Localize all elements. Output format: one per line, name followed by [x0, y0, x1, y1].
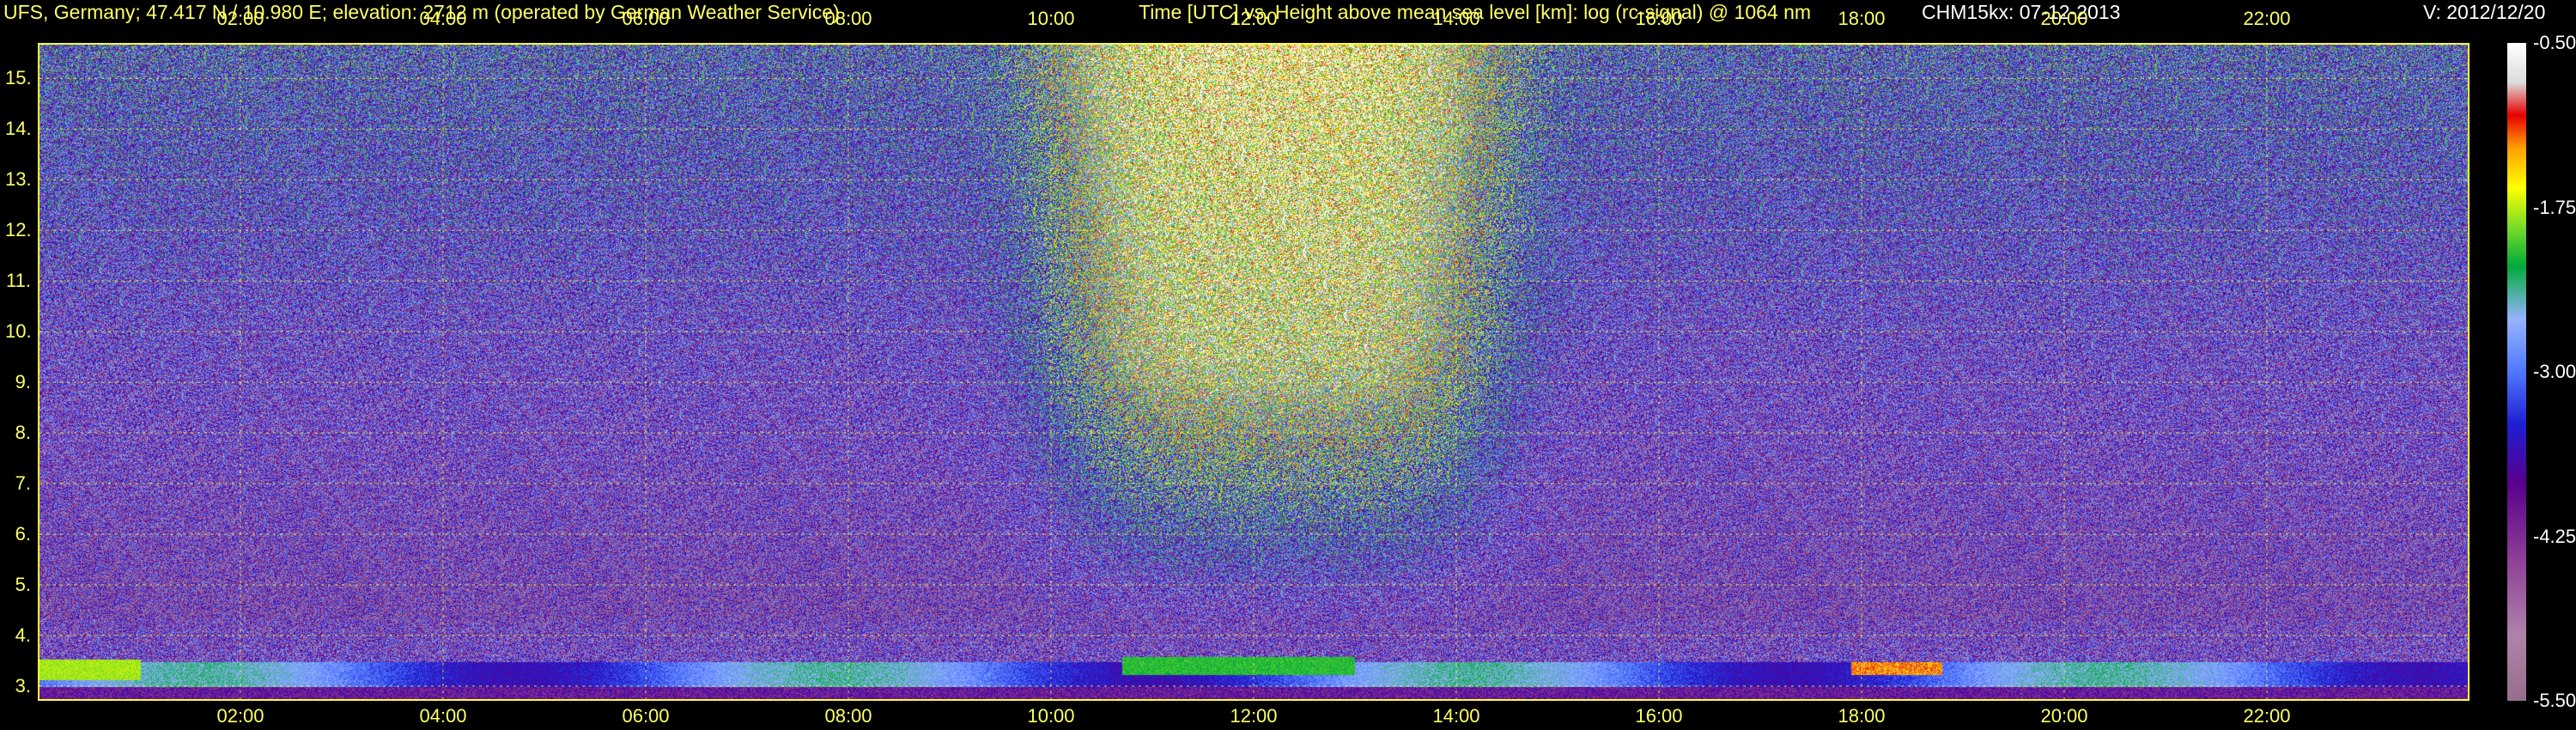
x-tick-bottom-10: 22:00 [2243, 705, 2291, 727]
y-tick-2: 5. [15, 573, 31, 595]
x-tick-top-9: 20:00 [2040, 8, 2088, 29]
y-tick-5: 8. [15, 422, 31, 444]
x-tick-bottom-6: 14:00 [1432, 705, 1480, 727]
y-tick-8: 11. [6, 270, 31, 292]
x-tick-top-10: 22:00 [2243, 8, 2291, 29]
x-tick-top-1: 04:00 [419, 8, 467, 29]
x-tick-bottom-4: 10:00 [1027, 705, 1075, 727]
x-tick-top-4: 10:00 [1027, 8, 1075, 29]
x-tick-top-5: 12:00 [1230, 8, 1278, 29]
x-tick-bottom-9: 20:00 [2040, 705, 2088, 727]
x-tick-top-0: 02:00 [216, 8, 264, 29]
x-tick-top-2: 06:00 [622, 8, 670, 29]
y-tick-1: 4. [15, 624, 31, 646]
x-tick-top-6: 14:00 [1432, 8, 1480, 29]
instrument-date: CHM15kx: 07-12-2013 [1922, 1, 2121, 23]
colorbar-tick-2: -3.00 [2533, 361, 2576, 382]
colorbar-tick-1: -1.75 [2533, 196, 2576, 218]
y-tick-12: 15. [5, 67, 32, 89]
colorbar-tick-4: -5.50 [2533, 690, 2576, 711]
x-tick-bottom-7: 16:00 [1635, 705, 1683, 727]
version-label: V: 2012/12/20 [2423, 1, 2546, 23]
y-tick-4: 7. [15, 472, 31, 495]
grid-overlay [39, 45, 2468, 699]
y-tick-0: 3. [15, 674, 31, 697]
y-tick-7: 10. [5, 320, 32, 343]
x-tick-bottom-1: 04:00 [419, 705, 467, 727]
x-tick-top-7: 16:00 [1635, 8, 1683, 29]
y-tick-11: 14. [5, 118, 32, 140]
colorbar-tick-0: -0.50 [2533, 32, 2576, 53]
y-tick-10: 13. [5, 168, 32, 191]
x-tick-bottom-0: 02:00 [216, 705, 264, 727]
x-tick-bottom-2: 06:00 [622, 705, 670, 727]
y-tick-6: 9. [15, 371, 31, 393]
colorbar-tick-3: -4.25 [2533, 525, 2576, 547]
x-tick-bottom-5: 12:00 [1230, 705, 1278, 727]
x-tick-bottom-3: 08:00 [824, 705, 872, 727]
colorbar [2507, 43, 2526, 701]
x-tick-top-3: 08:00 [824, 8, 872, 29]
x-tick-bottom-8: 18:00 [1838, 705, 1886, 727]
x-tick-top-8: 18:00 [1838, 8, 1886, 29]
y-tick-9: 12. [5, 219, 32, 241]
plot-area [38, 43, 2470, 701]
y-tick-3: 6. [15, 522, 31, 544]
